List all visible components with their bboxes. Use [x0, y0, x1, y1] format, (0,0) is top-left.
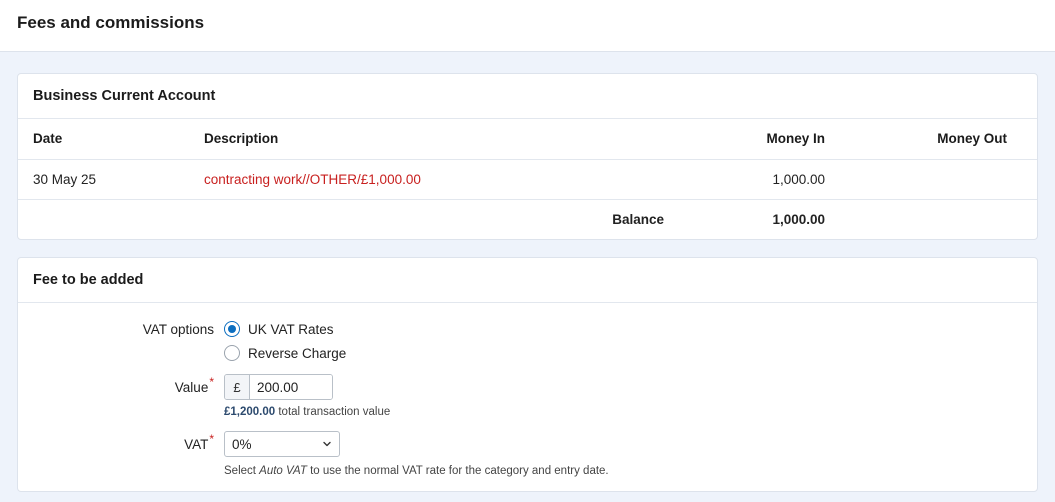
radio-checked-icon[interactable]: [224, 321, 240, 337]
account-card-title: Business Current Account: [18, 74, 1037, 119]
auto-vat-emphasis: Auto VAT: [259, 465, 307, 477]
required-marker: *: [209, 432, 214, 446]
value-input[interactable]: [250, 375, 332, 399]
radio-reverse-charge[interactable]: Reverse Charge: [224, 345, 346, 361]
row-money-out: [840, 159, 1037, 199]
table-header-row: Date Description Money In Money Out: [18, 119, 1037, 159]
balance-row: Balance 1,000.00: [18, 199, 1037, 239]
fee-form: VAT options UK VAT Rates Reverse Charge …: [18, 303, 1037, 491]
vat-options-row: VAT options UK VAT Rates Reverse Charge: [18, 321, 1037, 361]
vat-help-text: Select Auto VAT to use the normal VAT ra…: [224, 465, 609, 477]
table-row: 30 May 25 contracting work//OTHER/£1,000…: [18, 159, 1037, 199]
column-header-money-out: Money Out: [937, 131, 1007, 147]
vat-field-wrapper: 0% Select Auto VAT to use the normal VAT…: [224, 431, 609, 477]
vat-row: VAT* 0% Select Auto VAT to use the norma…: [18, 431, 1037, 477]
fee-card-title: Fee to be added: [18, 258, 1037, 303]
balance-value: 1,000.00: [772, 211, 825, 227]
radio-reverse-charge-label: Reverse Charge: [248, 345, 347, 361]
total-transaction-help: £1,200.00 total transaction value: [224, 406, 390, 418]
vat-select[interactable]: 0%: [224, 431, 340, 457]
radio-unchecked-icon[interactable]: [224, 345, 240, 361]
page-title: Fees and commissions: [17, 12, 205, 32]
vat-selected-value: 0%: [232, 436, 252, 452]
column-header-description: Description: [204, 131, 279, 147]
value-input-group: £: [224, 374, 333, 400]
transaction-description-link[interactable]: contracting work//OTHER/£1,000.00: [204, 172, 421, 187]
row-money-in: 1,000.00: [772, 171, 825, 187]
fee-card: Fee to be added VAT options UK VAT Rates…: [17, 257, 1038, 492]
value-row: Value* £ £1,200.00 total transaction val…: [18, 374, 1037, 418]
transactions-table: Date Description Money In Money Out 30 M…: [18, 119, 1037, 239]
value-field-wrapper: £ £1,200.00 total transaction value: [224, 374, 390, 418]
vat-label: VAT*: [18, 431, 224, 452]
balance-label: Balance: [612, 211, 664, 227]
account-card: Business Current Account Date Descriptio…: [17, 73, 1038, 240]
currency-addon: £: [225, 375, 250, 399]
radio-uk-vat-rates-label: UK VAT Rates: [248, 321, 334, 337]
vat-label-text: VAT: [184, 437, 209, 452]
column-header-money-in: Money In: [766, 131, 825, 147]
value-label-text: Value: [174, 380, 209, 395]
radio-uk-vat-rates[interactable]: UK VAT Rates: [224, 321, 346, 337]
total-transaction-text: total transaction value: [275, 406, 391, 418]
required-marker: *: [209, 375, 214, 389]
vat-options-radio-group: UK VAT Rates Reverse Charge: [224, 321, 346, 361]
column-header-date: Date: [33, 131, 63, 147]
row-date: 30 May 25: [33, 171, 97, 187]
value-label: Value*: [18, 374, 224, 395]
main-content: Business Current Account Date Descriptio…: [0, 52, 1055, 492]
vat-options-label: VAT options: [142, 322, 214, 337]
page-header: Fees and commissions: [0, 0, 1055, 52]
chevron-down-icon: [323, 441, 331, 447]
total-transaction-amount: £1,200.00: [224, 406, 276, 418]
row-description: contracting work//OTHER/£1,000.00: [189, 159, 679, 199]
